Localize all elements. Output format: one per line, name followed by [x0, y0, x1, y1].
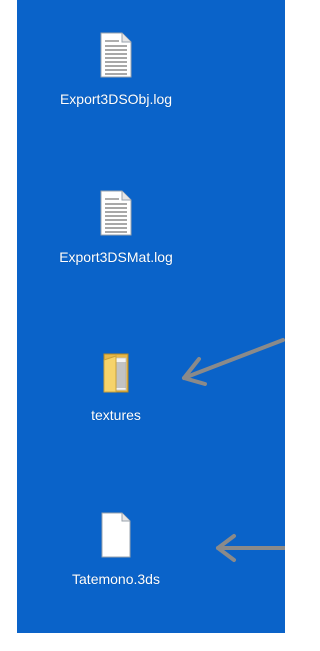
arrow-to-textures-icon [182, 338, 285, 386]
arrow-icon [182, 338, 285, 562]
arrow-to-tatemono-icon [216, 534, 285, 562]
screenshot: Export3DSObj.log Export3DSMat.log textur… [0, 0, 285, 651]
